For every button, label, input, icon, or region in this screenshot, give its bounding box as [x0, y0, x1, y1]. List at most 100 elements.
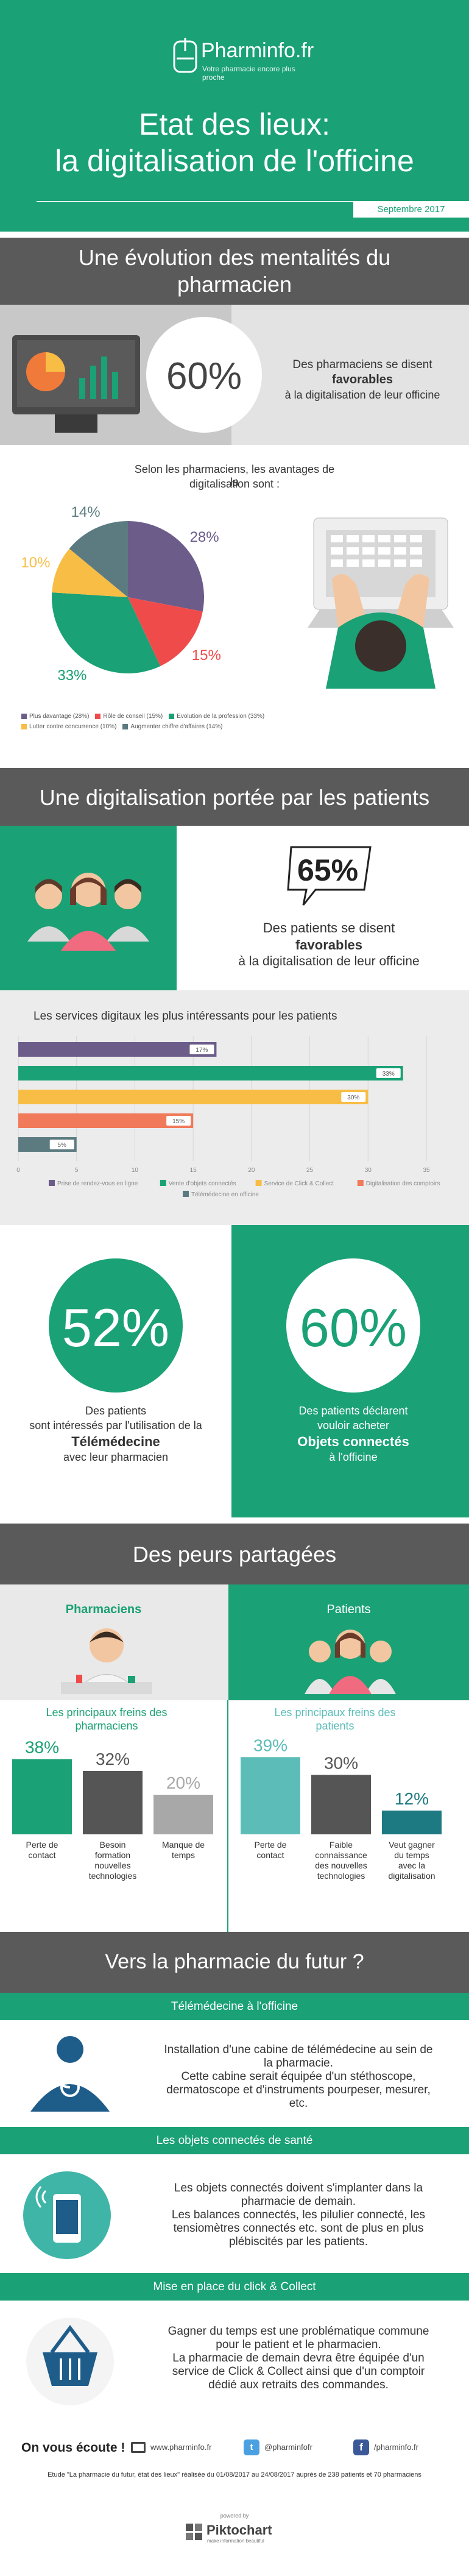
fear-category-label: temps	[172, 1850, 195, 1860]
click-text3: La pharmacie de demain devra être équipé…	[172, 2352, 425, 2365]
tele-title: Télémédecine à l'officine	[171, 2000, 298, 2013]
x-tick-label: 15	[190, 1167, 197, 1174]
fear-data-label: 30%	[324, 1754, 358, 1773]
obj-text1: Les objets connectés doivent s'implanter…	[174, 2182, 423, 2195]
date-badge: Septembre 2017	[353, 202, 469, 218]
section5-banner: Vers la pharmacie du futur ?	[0, 1932, 469, 1993]
obj-text5: plébiscités par les patients.	[228, 2235, 368, 2248]
fear-category-label: digitalisation	[388, 1871, 435, 1881]
fear-category-label: Faible	[330, 1840, 353, 1850]
click-text1: Gagner du temps est une problématique co…	[168, 2325, 429, 2338]
piktochart-icon	[186, 2524, 202, 2540]
click-block: Gagner du temps est une problématique co…	[0, 2301, 469, 2422]
obj-title: Les objets connectés de santé	[156, 2134, 313, 2147]
x-tick-label: 35	[423, 1167, 430, 1174]
pie-legend-item: Evolution de la profession (33%)	[169, 713, 264, 720]
fear-data-label: 32%	[96, 1750, 130, 1769]
click-text4: service de Click & Collect ainsi que d'u…	[172, 2365, 425, 2378]
x-tick-label: 5	[75, 1167, 79, 1174]
fear-bar	[241, 1757, 300, 1834]
piktochart-logo[interactable]: Piktochart make information beautiful	[186, 2521, 289, 2546]
fear-category-label: Veut gagner	[389, 1840, 435, 1850]
pie-legend-item: Plus davantage (28%)	[21, 713, 89, 720]
bar-data-label: 17%	[196, 1047, 208, 1054]
fear-bar	[153, 1795, 213, 1834]
bar-legend-swatch	[255, 1180, 262, 1186]
stat-65-text1: Des patients se disent	[263, 920, 395, 935]
header: Pharminfo.fr Votre pharmacie encore plus…	[0, 0, 469, 232]
stat-60-value: 60%	[166, 355, 242, 397]
fear-category-label: formation	[95, 1850, 130, 1860]
footer: On vous écoute ! www.pharminfo.fr t @pha…	[0, 2422, 469, 2576]
fear-category-label: technologies	[89, 1871, 137, 1881]
section4-banner: Des peurs partagées	[0, 1524, 469, 1584]
section1-stat-block: 60% Des pharmaciens se disent favorables…	[0, 305, 469, 445]
fears-bar-charts: 38%Perte decontact32%Besoinformationnouv…	[12, 1737, 442, 1881]
bar-legend-swatch	[160, 1180, 166, 1186]
objects-text3: à l'officine	[329, 1451, 378, 1463]
objects-bold: Objets connectés	[297, 1434, 409, 1449]
obj-block: Les objets connectés doivent s'implanter…	[0, 2154, 469, 2273]
pharma-subtitle1: Les principaux freins des	[46, 1706, 168, 1719]
fear-category-label: technologies	[317, 1871, 365, 1881]
fear-bar	[83, 1771, 143, 1834]
bar-legend-label: Service de Click & Collect	[264, 1180, 334, 1187]
bar	[18, 1066, 403, 1080]
main-title-line2: la digitalisation de l'officine	[55, 144, 414, 178]
tele-banner: Télémédecine à l'officine	[0, 1993, 469, 2020]
pie-legend-label: Augmenter chiffre d'affaires (14%)	[130, 723, 223, 730]
fear-category-label: Perte de	[26, 1840, 58, 1850]
tele-text5: etc.	[289, 2097, 308, 2110]
section4-title: Des peurs partagées	[132, 1542, 337, 1567]
pie-legend-label: Evolution de la profession (33%)	[177, 713, 265, 720]
patients-label: Patients	[326, 1603, 371, 1616]
fear-category-label: avec la	[398, 1861, 426, 1870]
pharma-label: Pharmaciens	[65, 1603, 142, 1616]
pie-legend-swatch	[95, 713, 101, 719]
bar-legend-label: Digitalisation des comptoirs	[366, 1180, 440, 1187]
footer-twitter: @pharminfofr	[264, 2443, 312, 2452]
fear-bar	[12, 1759, 72, 1834]
x-tick-label: 30	[365, 1167, 372, 1174]
pie-data-label: 15%	[192, 647, 221, 664]
connected-phone-icon	[23, 2171, 111, 2259]
main-title-line1: Etat des lieux:	[138, 107, 331, 141]
bar	[18, 1090, 368, 1104]
obj-banner: Les objets connectés de santé	[0, 2127, 469, 2154]
section1-banner: Une évolution des mentalités du pharmaci…	[0, 238, 469, 305]
bar-chart-title: Les services digitaux les plus intéressa…	[34, 1010, 337, 1023]
advantages-pie-chart: 28% 15% 33% 10% 14%	[19, 501, 222, 685]
fear-data-label: 12%	[395, 1789, 429, 1808]
stat-60b-value: 60%	[299, 1297, 407, 1358]
fear-category-label: Perte de	[255, 1840, 287, 1850]
pharminfo-logo[interactable]: Pharminfo.fr Votre pharmacie encore plus…	[171, 37, 317, 82]
bar-legend-label: Télémédecine en officine	[191, 1191, 259, 1198]
bar-legend-swatch	[49, 1180, 55, 1186]
telemed-text3: avec leur pharmacien	[63, 1451, 169, 1463]
bar-legend-label: Prise de rendez-vous en ligne	[57, 1180, 138, 1187]
pie-legend-swatch	[21, 723, 27, 729]
pie-data-label: 33%	[57, 667, 86, 684]
footer-facebook: /pharminfo.fr	[374, 2443, 418, 2452]
pie-legend-item: Augmenter chiffre d'affaires (14%)	[122, 723, 222, 730]
telemed-text1: Des patients	[85, 1405, 147, 1417]
section5-title: Vers la pharmacie du futur ?	[105, 1950, 364, 1973]
brand-tagline: Votre pharmacie encore plus proche	[202, 65, 295, 82]
stat-52-value: 52%	[62, 1297, 170, 1358]
x-tick-label: 25	[306, 1167, 314, 1174]
stat-60-text2: à la digitalisation de leur officine	[284, 389, 440, 401]
obj-text2: pharmacie de demain.	[241, 2195, 356, 2208]
patients-subtitle2: patients	[316, 1720, 354, 1732]
click-banner: Mise en place du click & Collect	[0, 2273, 469, 2301]
pie-legend-label: Lutter contre concurrence (10%)	[29, 723, 117, 730]
piktochart-name: Piktochart	[206, 2522, 272, 2538]
section2-banner: Une digitalisation portée par les patien…	[0, 768, 469, 826]
bar-legend-label: Vente d'objets connectés	[169, 1180, 236, 1187]
stat-60-text1: Des pharmaciens se disent	[292, 358, 432, 371]
stat-65-value: 65%	[297, 853, 359, 887]
tele-text3: Cette cabine serait équipée d'un stéthos…	[181, 2070, 416, 2083]
obj-text4: tensiomètres connectés etc. sont de plus…	[173, 2222, 424, 2235]
section2-stat-block: 65% Des patients se disent favorables à …	[0, 826, 469, 990]
pie-legend-label: Rôle de conseil (15%)	[103, 713, 163, 720]
pie-data-label: 14%	[71, 504, 100, 520]
